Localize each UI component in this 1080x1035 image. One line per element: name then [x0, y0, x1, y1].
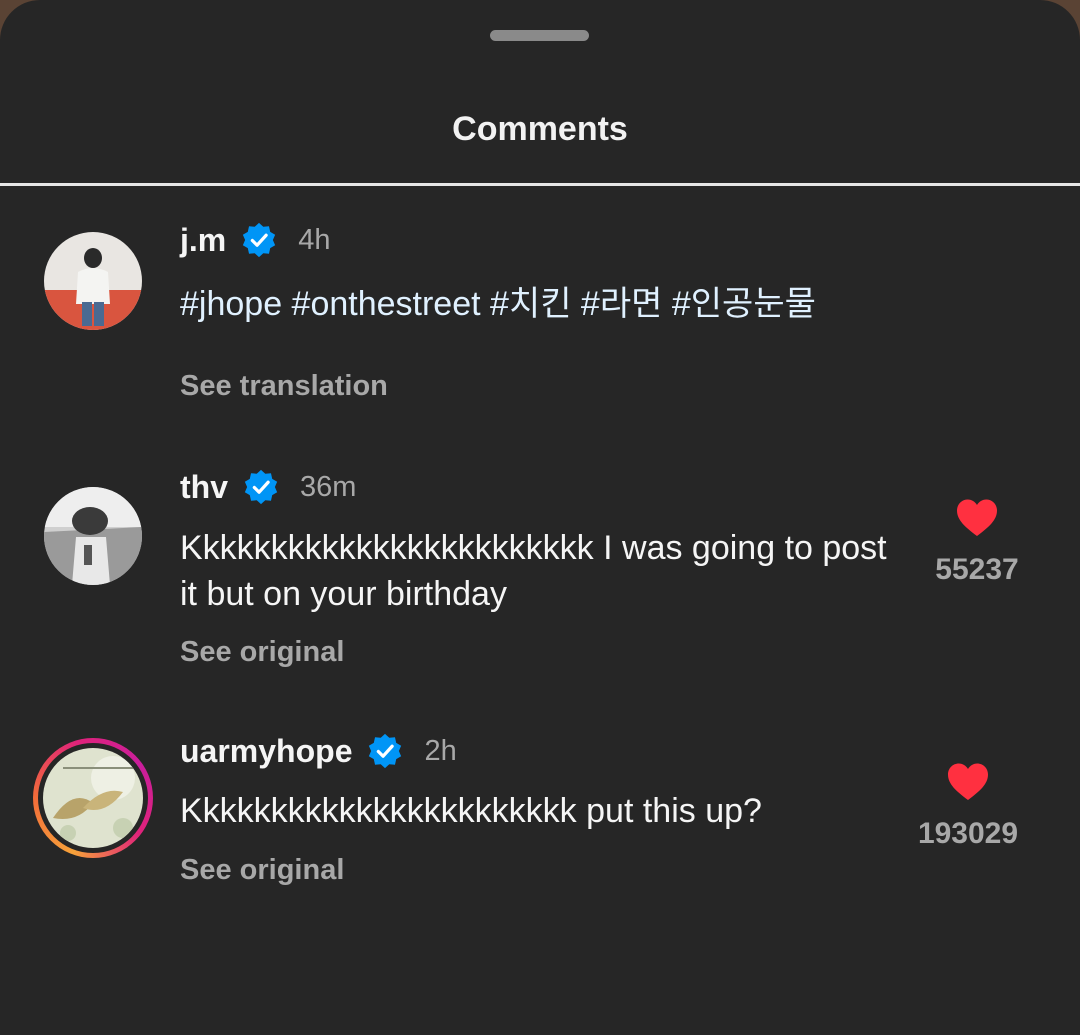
comment-time: 4h — [298, 224, 331, 256]
username[interactable]: j.m — [180, 220, 226, 260]
comment-header: uarmyhope 2h — [180, 731, 457, 771]
like-count: 193029 — [917, 817, 1019, 850]
like-count: 55237 — [935, 553, 1019, 586]
avatar[interactable] — [44, 232, 142, 330]
header-divider — [0, 183, 1080, 186]
comment-text[interactable]: #jhope #onthestreet #치킨 #라면 #인공눈물 — [180, 281, 1000, 327]
like-control: 55237 — [907, 498, 1047, 588]
comment-text[interactable]: Kkkkkkkkkkkkkkkkkkkkkkk put this up? — [180, 788, 900, 834]
comment-time: 2h — [424, 735, 457, 767]
sheet-title: Comments — [452, 110, 628, 148]
comments-sheet: Comments j.m 4h #jhope #onthestreet #치킨 … — [0, 0, 1080, 1035]
comment-header: thv 36m — [180, 467, 356, 507]
avatar — [43, 748, 143, 848]
see-translation-link[interactable]: See translation — [180, 368, 388, 404]
see-original-link[interactable]: See original — [180, 852, 344, 888]
comment-text[interactable]: Kkkkkkkkkkkkkkkkkkkkkkkk I was going to … — [180, 525, 900, 617]
heart-icon[interactable] — [955, 498, 999, 538]
drag-handle[interactable] — [490, 30, 589, 41]
verified-badge-icon — [243, 222, 276, 258]
story-ring[interactable] — [33, 738, 153, 858]
username[interactable]: thv — [180, 467, 228, 507]
see-original-link[interactable]: See original — [180, 634, 344, 670]
heart-icon[interactable] — [946, 762, 990, 802]
verified-badge-icon — [369, 733, 402, 769]
username[interactable]: uarmyhope — [180, 731, 352, 771]
like-control: 193029 — [898, 762, 1038, 852]
comment-time: 36m — [300, 471, 357, 503]
avatar[interactable] — [44, 487, 142, 585]
verified-badge-icon — [244, 469, 278, 505]
comment-header: j.m 4h — [180, 220, 331, 260]
